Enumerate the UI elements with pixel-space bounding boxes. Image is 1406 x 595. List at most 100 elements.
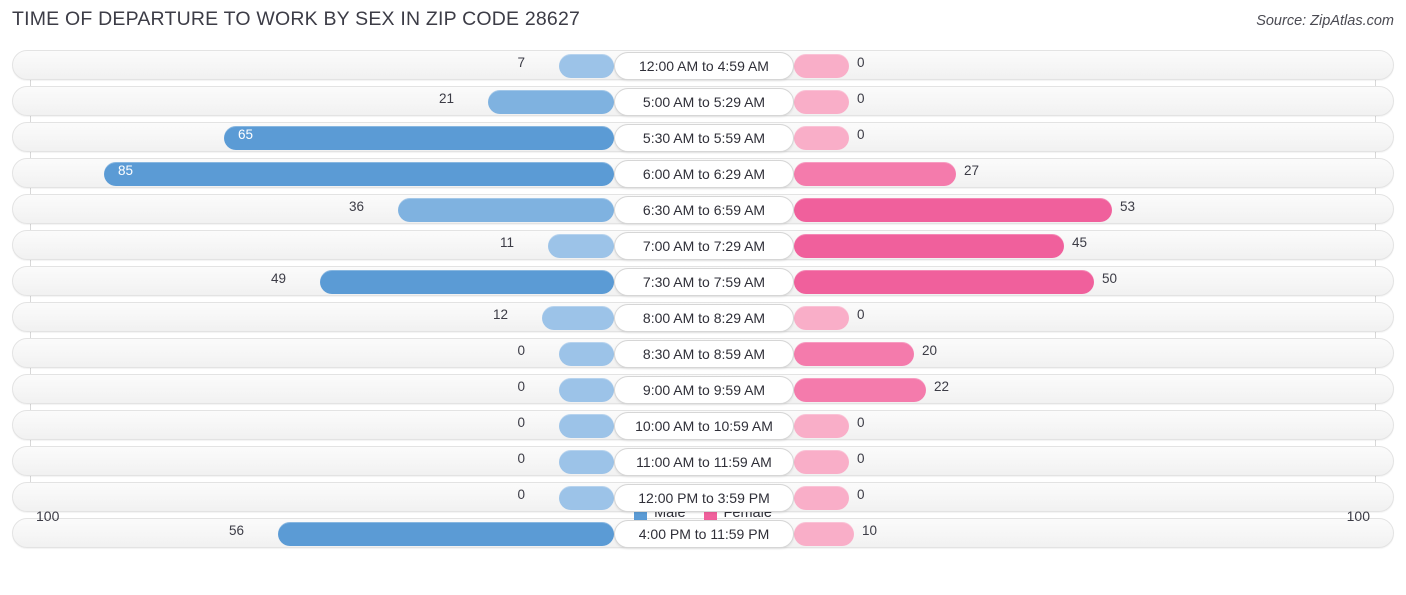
table-row[interactable]: 0 0 10:00 AM to 10:59 AM xyxy=(12,410,1394,440)
female-bar[interactable] xyxy=(794,378,926,402)
male-bar[interactable] xyxy=(104,162,614,186)
category-label-pill: 7:30 AM to 7:59 AM xyxy=(614,268,794,296)
male-bar-wrapper xyxy=(559,414,614,438)
male-bar[interactable] xyxy=(224,126,614,150)
male-value-label: 65 xyxy=(238,127,254,142)
female-value-label: 45 xyxy=(1072,235,1088,250)
table-row[interactable]: 7 0 12:00 AM to 4:59 AM xyxy=(12,50,1394,80)
male-bar[interactable] xyxy=(278,522,614,546)
female-bar[interactable] xyxy=(794,234,1064,258)
female-bar[interactable] xyxy=(794,126,849,150)
female-bar-wrapper xyxy=(794,306,849,330)
male-value-label: 12 xyxy=(492,307,508,322)
male-bar[interactable] xyxy=(559,450,614,474)
male-bar[interactable] xyxy=(542,306,614,330)
category-label-pill: 8:30 AM to 8:59 AM xyxy=(614,340,794,368)
table-row[interactable]: 0 0 11:00 AM to 11:59 AM xyxy=(12,446,1394,476)
male-value-label: 0 xyxy=(517,415,525,430)
male-bar[interactable] xyxy=(559,54,614,78)
table-row[interactable]: 65 0 5:30 AM to 5:59 AM xyxy=(12,122,1394,152)
female-bar-wrapper xyxy=(794,162,956,186)
female-bar[interactable] xyxy=(794,162,956,186)
table-row[interactable]: 0 20 8:30 AM to 8:59 AM xyxy=(12,338,1394,368)
male-bar-wrapper xyxy=(559,450,614,474)
male-value-label: 56 xyxy=(228,523,244,538)
female-bar-wrapper xyxy=(794,54,849,78)
male-value-label: 0 xyxy=(517,343,525,358)
male-bar-wrapper xyxy=(104,162,614,186)
female-bar-wrapper xyxy=(794,378,926,402)
category-label-pill: 9:00 AM to 9:59 AM xyxy=(614,376,794,404)
male-bar-wrapper xyxy=(542,306,614,330)
male-bar-wrapper xyxy=(224,126,614,150)
female-bar[interactable] xyxy=(794,414,849,438)
category-label-pill: 11:00 AM to 11:59 AM xyxy=(614,448,794,476)
female-bar-wrapper xyxy=(794,198,1112,222)
female-bar[interactable] xyxy=(794,342,914,366)
female-value-label: 53 xyxy=(1120,199,1136,214)
male-bar-wrapper xyxy=(559,342,614,366)
male-bar[interactable] xyxy=(548,234,614,258)
table-row[interactable]: 0 22 9:00 AM to 9:59 AM xyxy=(12,374,1394,404)
female-bar[interactable] xyxy=(794,198,1112,222)
category-label-pill: 6:30 AM to 6:59 AM xyxy=(614,196,794,224)
chart-root: TIME OF DEPARTURE TO WORK BY SEX IN ZIP … xyxy=(0,0,1406,595)
female-value-label: 10 xyxy=(862,523,878,538)
female-bar-wrapper xyxy=(794,414,849,438)
female-bar-wrapper xyxy=(794,342,914,366)
table-row[interactable]: 56 10 4:00 PM to 11:59 PM xyxy=(12,518,1394,548)
male-value-label: 85 xyxy=(118,163,134,178)
table-row[interactable]: 21 0 5:00 AM to 5:29 AM xyxy=(12,86,1394,116)
table-row[interactable]: 12 0 8:00 AM to 8:29 AM xyxy=(12,302,1394,332)
page-title: TIME OF DEPARTURE TO WORK BY SEX IN ZIP … xyxy=(12,8,581,30)
female-bar-wrapper xyxy=(794,234,1064,258)
female-value-label: 27 xyxy=(964,163,980,178)
female-value-label: 0 xyxy=(857,307,865,322)
female-bar-wrapper xyxy=(794,270,1094,294)
male-value-label: 49 xyxy=(270,271,286,286)
female-value-label: 22 xyxy=(934,379,950,394)
category-label-pill: 10:00 AM to 10:59 AM xyxy=(614,412,794,440)
female-bar[interactable] xyxy=(794,306,849,330)
female-bar[interactable] xyxy=(794,90,849,114)
female-value-label: 0 xyxy=(857,91,865,106)
female-bar[interactable] xyxy=(794,450,849,474)
male-bar[interactable] xyxy=(559,414,614,438)
female-value-label: 0 xyxy=(857,415,865,430)
male-bar-wrapper xyxy=(320,270,614,294)
source-attribution: Source: ZipAtlas.com xyxy=(1256,13,1394,29)
female-value-label: 20 xyxy=(922,343,938,358)
female-value-label: 0 xyxy=(857,127,865,142)
plot-area: 7 0 12:00 AM to 4:59 AM 21 0 5:00 AM to 5:29 … xyxy=(0,50,1406,555)
male-bar-wrapper xyxy=(278,522,614,546)
female-bar[interactable] xyxy=(794,54,849,78)
female-value-label: 0 xyxy=(857,55,865,70)
male-bar-wrapper xyxy=(398,198,614,222)
female-bar-wrapper xyxy=(794,522,854,546)
female-value-label: 0 xyxy=(857,451,865,466)
table-row[interactable]: 11 45 7:00 AM to 7:29 AM xyxy=(12,230,1394,260)
male-bar-wrapper xyxy=(559,378,614,402)
male-bar[interactable] xyxy=(398,198,614,222)
female-bar[interactable] xyxy=(794,522,854,546)
category-label-pill: 5:30 AM to 5:59 AM xyxy=(614,124,794,152)
male-value-label: 11 xyxy=(499,235,514,250)
table-row[interactable]: 85 27 6:00 AM to 6:29 AM xyxy=(12,158,1394,188)
female-bar-wrapper xyxy=(794,126,849,150)
female-bar[interactable] xyxy=(794,270,1094,294)
female-value-label: 0 xyxy=(857,487,865,502)
category-label-pill: 12:00 AM to 4:59 AM xyxy=(614,52,794,80)
male-bar[interactable] xyxy=(320,270,614,294)
category-label-pill: 5:00 AM to 5:29 AM xyxy=(614,88,794,116)
male-bar[interactable] xyxy=(559,342,614,366)
male-value-label: 0 xyxy=(517,451,525,466)
female-bar-wrapper xyxy=(794,450,849,474)
table-row[interactable]: 49 50 7:30 AM to 7:59 AM xyxy=(12,266,1394,296)
male-bar-wrapper xyxy=(488,90,614,114)
male-bar[interactable] xyxy=(559,378,614,402)
table-row[interactable]: 36 53 6:30 AM to 6:59 AM xyxy=(12,194,1394,224)
male-bar-wrapper xyxy=(559,54,614,78)
male-bar[interactable] xyxy=(488,90,614,114)
category-label-pill: 8:00 AM to 8:29 AM xyxy=(614,304,794,332)
category-label-pill: 12:00 PM to 3:59 PM xyxy=(614,484,794,512)
